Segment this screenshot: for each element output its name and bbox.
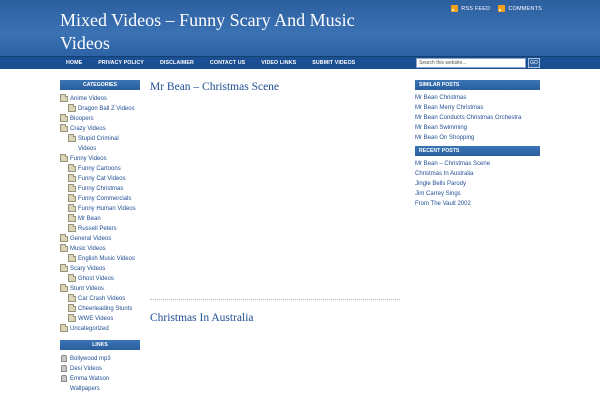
rss-icon [451,5,459,12]
recent-post-link[interactable]: Jingle Bells Parody [415,180,540,190]
nav-item-video-links[interactable]: VIDEO LINKS [253,57,304,70]
similar-post-link[interactable]: Mr Bean Swimming [415,124,540,134]
nav-item-home[interactable]: HOME [58,57,90,70]
folder-icon [68,174,76,182]
category-item[interactable]: Stupid Criminal Videos [60,134,140,155]
search-button[interactable]: GO [528,58,540,68]
nav-item-contact-us[interactable]: CONTACT US [202,57,253,70]
link-item[interactable]: Emma Watson Wallpapers [60,375,140,395]
category-item[interactable]: General Videos [60,234,140,245]
main-content: Mr Bean – Christmas Scene Christmas In A… [150,80,400,325]
category-item[interactable]: Russell Peters [60,224,140,235]
lock-icon [61,355,67,362]
recent-post-link[interactable]: From The Vault 2002 [415,200,540,210]
folder-icon [68,294,76,302]
folder-icon [68,104,76,112]
folder-icon [68,214,76,222]
category-item[interactable]: English Music Videos [60,254,140,265]
category-list: Anime Videos Dragon Ball Z Videos Bloope… [60,94,140,335]
similar-post-link[interactable]: Mr Bean Merry Christmas [415,104,540,114]
folder-icon [60,94,68,102]
category-item[interactable]: Dragon Ball Z Videos [60,104,140,115]
right-sidebar: SIMILAR POSTS Mr Bean Christmas Mr Bean … [415,80,540,212]
lock-icon [61,365,67,372]
category-item[interactable]: Bloopers [60,114,140,125]
post-title[interactable]: Mr Bean – Christmas Scene [150,80,400,94]
rss-feed-label: RSS FEED [461,5,491,12]
search-form: GO [416,58,540,68]
links-header: LINKS [60,340,140,350]
recent-posts-list: Mr Bean – Christmas Scene Christmas In A… [415,160,540,210]
comments-label: COMMENTS [508,5,542,12]
categories-header: CATEGORIES [60,80,140,90]
lock-icon [61,375,67,382]
search-input[interactable] [416,58,526,68]
folder-icon [68,254,76,262]
recent-posts-header: RECENT POSTS [415,146,540,156]
similar-post-link[interactable]: Mr Bean Conducts Christmas Orchestra [415,114,540,124]
site-header: Mixed Videos – Funny Scary And Music Vid… [0,0,600,56]
nav-item-submit-videos[interactable]: SUBMIT VIDEOS [304,57,363,70]
folder-icon [68,134,76,142]
rss-icon [498,5,506,12]
post-title[interactable]: Christmas In Australia [150,311,400,325]
similar-posts-header: SIMILAR POSTS [415,80,540,90]
post-divider [150,299,400,300]
folder-icon [60,114,68,122]
folder-icon [60,154,68,162]
folder-icon [60,264,68,272]
recent-post-link[interactable]: Christmas In Australia [415,170,540,180]
folder-icon [68,194,76,202]
recent-post-link[interactable]: Mr Bean – Christmas Scene [415,160,540,170]
folder-icon [68,314,76,322]
category-item[interactable]: Ghost Videos [60,274,140,285]
folder-icon [60,244,68,252]
folder-icon [68,164,76,172]
category-item[interactable]: Uncategorized [60,324,140,335]
top-links: RSS FEED COMMENTS [451,5,542,12]
nav-item-privacy-policy[interactable]: PRIVACY POLICY [90,57,152,70]
folder-icon [68,184,76,192]
folder-icon [68,304,76,312]
folder-icon [68,204,76,212]
folder-icon [60,284,68,292]
similar-posts-list: Mr Bean Christmas Mr Bean Merry Christma… [415,94,540,144]
nav-bar: HOME PRIVACY POLICY DISCLAIMER CONTACT U… [0,56,600,69]
nav-menu: HOME PRIVACY POLICY DISCLAIMER CONTACT U… [58,57,363,70]
similar-post-link[interactable]: Mr Bean Christmas [415,94,540,104]
folder-icon [60,124,68,132]
folder-icon [60,324,68,332]
category-item[interactable]: WWE Videos [60,314,140,325]
recent-post-link[interactable]: Jim Carrey Sings [415,190,540,200]
folder-icon [68,224,76,232]
folder-icon [60,234,68,242]
links-list: Bollywood mp3 Desi Videos Emma Watson Wa… [60,355,140,395]
similar-post-link[interactable]: Mr Bean On Shopping [415,134,540,144]
nav-item-disclaimer[interactable]: DISCLAIMER [152,57,202,70]
site-title[interactable]: Mixed Videos – Funny Scary And Music Vid… [60,9,380,55]
link-item[interactable]: Bollywood mp3 [60,355,140,365]
post-body [150,94,400,299]
folder-icon [68,274,76,282]
comments-feed-link[interactable]: COMMENTS [498,5,542,12]
rss-feed-link[interactable]: RSS FEED [451,5,490,12]
left-sidebar: CATEGORIES Anime Videos Dragon Ball Z Vi… [60,80,140,395]
